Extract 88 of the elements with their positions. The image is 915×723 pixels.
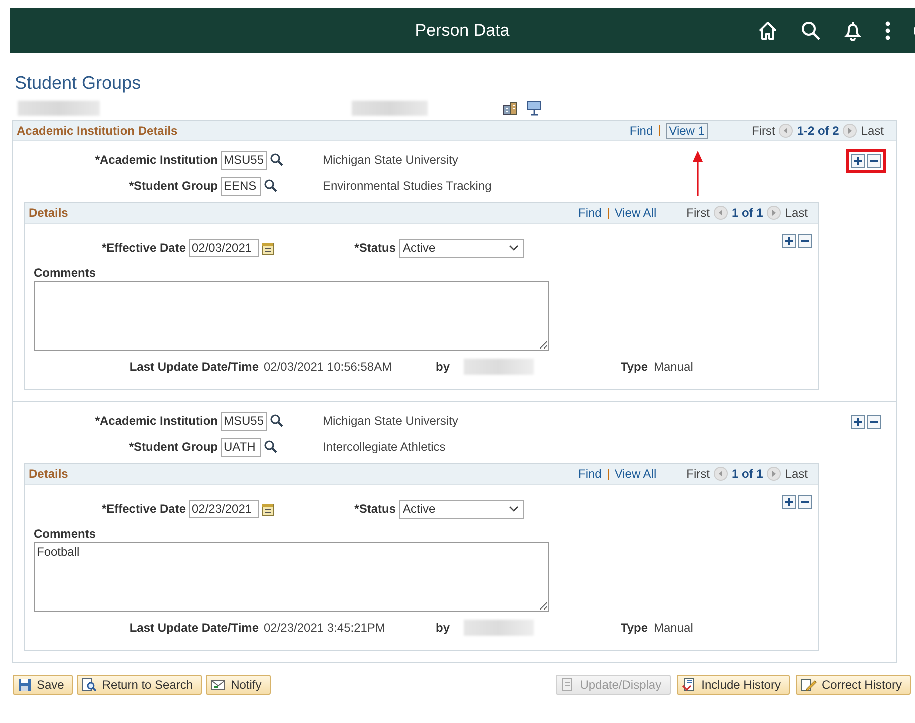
action-button[interactable]: Include History bbox=[676, 675, 790, 695]
student-group-name: Environmental Studies Tracking bbox=[323, 179, 492, 193]
find-link[interactable]: Find bbox=[578, 467, 602, 481]
row-count: 1 of 1 bbox=[732, 467, 764, 481]
blurred-text bbox=[464, 620, 534, 636]
field-label: *Effective Date bbox=[100, 502, 186, 516]
field-label: *Status bbox=[354, 241, 396, 255]
search-icon[interactable] bbox=[801, 20, 821, 40]
header-title: Person Data bbox=[415, 20, 510, 40]
bell-icon[interactable] bbox=[843, 20, 863, 42]
type-value: Manual bbox=[654, 621, 694, 635]
blurred-text bbox=[464, 359, 534, 375]
first-label: First bbox=[686, 467, 710, 481]
action-button[interactable]: Save bbox=[13, 675, 74, 695]
details-title: Details bbox=[29, 206, 68, 220]
view-link[interactable]: View 1 bbox=[666, 122, 708, 138]
view-all-link[interactable]: View All bbox=[614, 467, 657, 481]
first-label: First bbox=[686, 206, 710, 220]
student-group-name: Intercollegiate Athletics bbox=[323, 440, 446, 454]
field-label: *Effective Date bbox=[100, 241, 186, 255]
action-button[interactable]: Correct History bbox=[796, 675, 911, 695]
home-icon[interactable] bbox=[757, 20, 779, 42]
comments-field[interactable] bbox=[34, 281, 549, 351]
more-icon[interactable] bbox=[885, 20, 891, 40]
chevron-down-icon bbox=[509, 245, 519, 251]
delete-row-icon[interactable] bbox=[867, 154, 881, 168]
last-label: Last bbox=[785, 467, 808, 481]
status-dropdown[interactable]: Active bbox=[399, 238, 524, 258]
add-row-icon[interactable] bbox=[851, 154, 865, 168]
field-label: by bbox=[436, 360, 450, 374]
presentation-board-icon[interactable] bbox=[527, 100, 542, 116]
page-title: Student Groups bbox=[15, 73, 142, 95]
last-update-value: 02/23/2021 3:45:21PM bbox=[264, 621, 386, 635]
field-label: Last Update Date/Time bbox=[128, 621, 259, 635]
field-label: by bbox=[436, 621, 450, 635]
row-count: 1-2 of 2 bbox=[797, 124, 840, 138]
field-label: *Student Group bbox=[128, 179, 218, 193]
find-link[interactable]: Find bbox=[630, 124, 654, 138]
details-title: Details bbox=[29, 467, 68, 481]
delete-row-icon[interactable] bbox=[867, 415, 881, 429]
field-label: Type bbox=[620, 360, 648, 374]
type-value: Manual bbox=[654, 360, 694, 374]
institution-field[interactable]: MSU55 bbox=[221, 412, 267, 430]
delete-row-icon[interactable] bbox=[798, 495, 812, 509]
view-all-link[interactable]: View All bbox=[614, 206, 657, 220]
date-field[interactable]: 02/03/2021 bbox=[189, 239, 259, 257]
field-label: *Student Group bbox=[128, 440, 218, 454]
last-label: Last bbox=[861, 124, 884, 138]
institution-name: Michigan State University bbox=[323, 153, 458, 167]
comments-label: Comments bbox=[34, 266, 98, 280]
first-label: First bbox=[752, 124, 776, 138]
search-icon[interactable] bbox=[270, 414, 284, 428]
student-group-field[interactable]: UATH bbox=[221, 438, 261, 456]
history-page-icon bbox=[682, 678, 697, 692]
last-label: Last bbox=[785, 206, 808, 220]
institution-name: Michigan State University bbox=[323, 414, 458, 428]
institution-field[interactable]: MSU55 bbox=[221, 150, 267, 170]
pencil-page-icon bbox=[800, 678, 817, 692]
chevron-down-icon bbox=[509, 506, 519, 512]
building-icon[interactable] bbox=[503, 100, 519, 116]
envelope-icon bbox=[211, 678, 226, 692]
delete-row-icon[interactable] bbox=[798, 234, 812, 248]
last-update-value: 02/03/2021 10:56:58AM bbox=[264, 360, 394, 374]
section-title: Academic Institution Details bbox=[17, 124, 178, 138]
date-field[interactable]: 02/23/2021 bbox=[189, 500, 259, 518]
action-button[interactable]: Notify bbox=[206, 675, 271, 695]
page-icon bbox=[561, 678, 576, 692]
field-label: *Academic Institution bbox=[94, 414, 218, 428]
calendar-icon[interactable] bbox=[262, 242, 274, 254]
comments-field[interactable]: Football bbox=[34, 542, 549, 612]
find-link[interactable]: Find bbox=[578, 206, 602, 220]
status-dropdown[interactable]: Active bbox=[399, 500, 524, 518]
add-row-icon[interactable] bbox=[782, 495, 796, 509]
row-count: 1 of 1 bbox=[732, 206, 764, 220]
calendar-icon[interactable] bbox=[262, 502, 274, 516]
action-button[interactable]: Return to Search bbox=[77, 675, 202, 695]
search-icon[interactable] bbox=[270, 153, 284, 167]
search-icon[interactable] bbox=[264, 440, 278, 454]
field-label: Last Update Date/Time bbox=[128, 360, 259, 374]
comments-label: Comments bbox=[34, 527, 98, 541]
field-label: *Academic Institution bbox=[94, 153, 218, 167]
field-label: *Status bbox=[354, 502, 396, 516]
student-group-field[interactable]: EENS bbox=[221, 176, 261, 196]
search-icon[interactable] bbox=[264, 179, 278, 193]
add-row-icon[interactable] bbox=[782, 234, 796, 248]
field-label: Type bbox=[620, 621, 648, 635]
add-row-icon[interactable] bbox=[851, 415, 865, 429]
page-search-icon bbox=[82, 678, 98, 692]
